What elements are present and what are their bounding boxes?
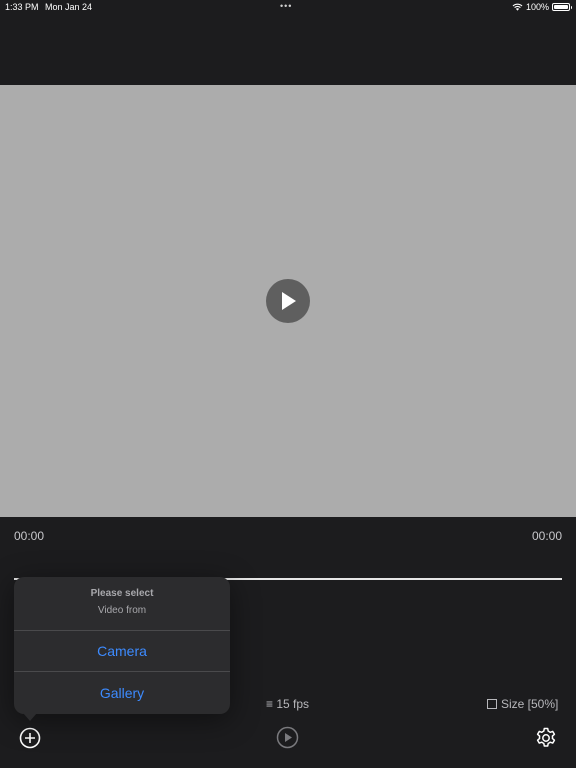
fps-value: 15 fps bbox=[276, 697, 310, 711]
fps-selector[interactable]: ≡ 15 fps bbox=[266, 697, 309, 711]
wifi-icon bbox=[512, 3, 523, 11]
status-indicators: 100% bbox=[512, 2, 572, 12]
multitasking-dots[interactable]: ••• bbox=[280, 1, 292, 11]
popover-subtitle: Video from bbox=[97, 605, 147, 616]
battery-percent: 100% bbox=[525, 2, 549, 12]
battery-icon bbox=[552, 3, 572, 11]
settings-button[interactable] bbox=[534, 726, 558, 750]
popover-arrow bbox=[23, 713, 37, 721]
status-bar: 1:33 PM Mon Jan 24 ••• 100% bbox=[0, 0, 576, 16]
size-checkbox[interactable] bbox=[487, 699, 497, 709]
plus-circle-icon bbox=[19, 727, 41, 749]
popover-header: Please select Video from bbox=[14, 577, 230, 631]
source-popover: Please select Video from Camera Gallery bbox=[14, 577, 230, 721]
fps-list-icon: ≡ bbox=[266, 697, 274, 711]
video-play-button[interactable] bbox=[266, 279, 310, 323]
camera-option[interactable]: Camera bbox=[14, 631, 230, 672]
play-circle-icon bbox=[276, 726, 299, 749]
play-button[interactable] bbox=[276, 726, 299, 749]
size-label: Size [50%] bbox=[501, 697, 559, 711]
play-icon bbox=[282, 292, 296, 310]
add-video-button[interactable] bbox=[19, 727, 41, 749]
status-date: Mon Jan 24 bbox=[45, 2, 93, 12]
gear-icon bbox=[536, 727, 556, 747]
gallery-option[interactable]: Gallery bbox=[14, 672, 230, 713]
size-toggle[interactable]: Size [50%] bbox=[487, 697, 558, 711]
popover-title: Please select bbox=[90, 588, 154, 599]
total-time: 00:00 bbox=[531, 529, 562, 543]
status-time: 1:33 PM bbox=[5, 2, 39, 12]
current-time: 00:00 bbox=[14, 529, 45, 543]
